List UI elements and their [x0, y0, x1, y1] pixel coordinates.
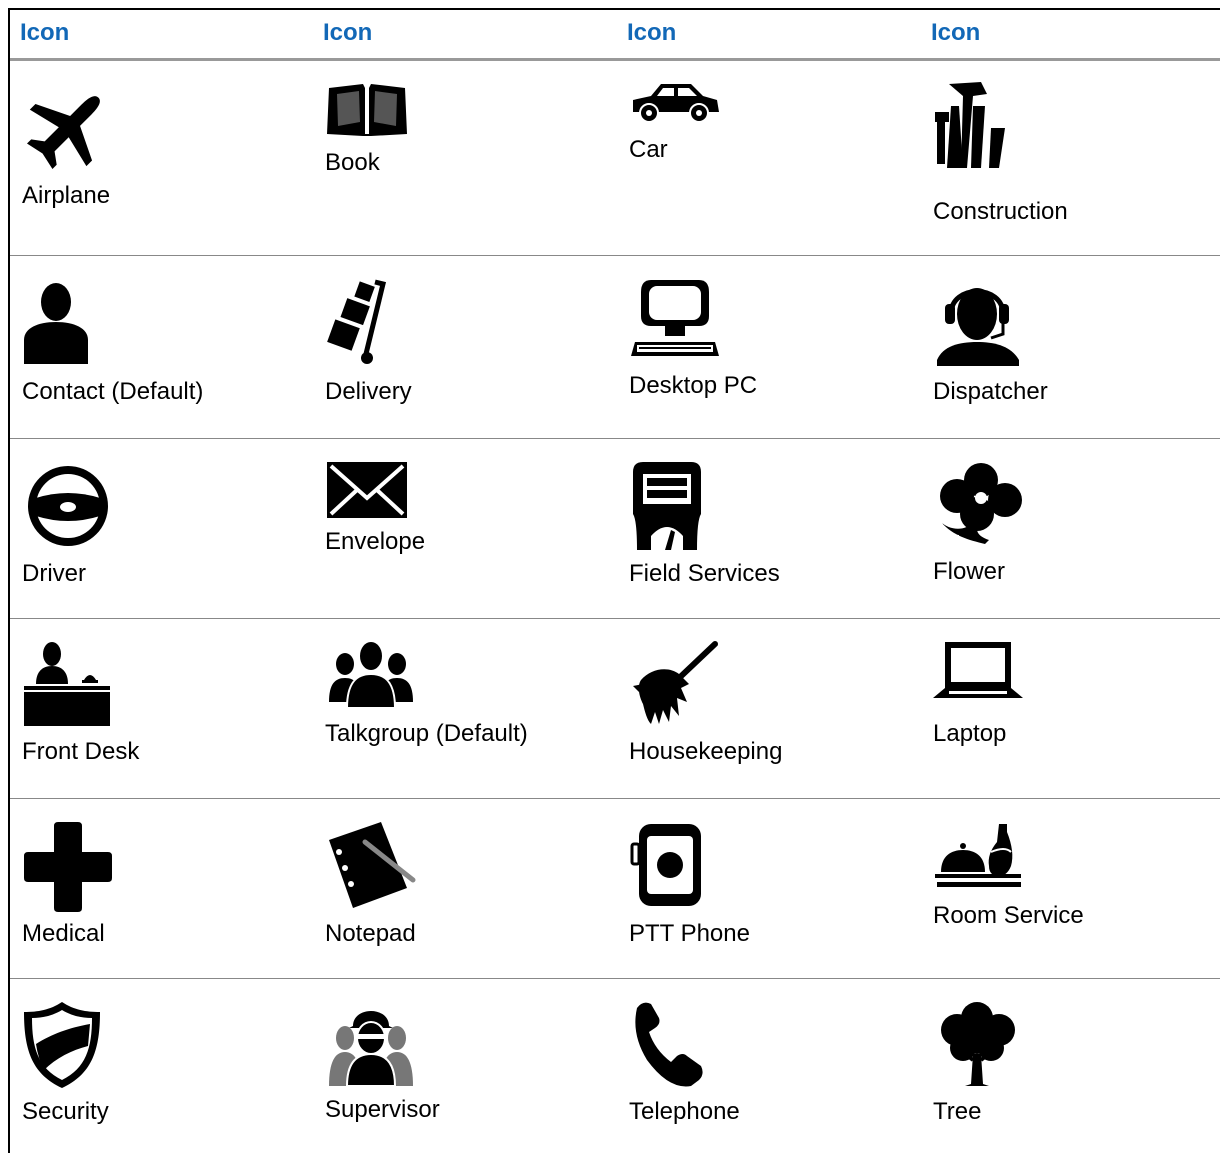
- book-icon: [327, 84, 407, 136]
- cell-label: Airplane: [22, 182, 111, 209]
- cell-label: Telephone: [629, 1098, 740, 1125]
- construction-icon: [935, 82, 1005, 168]
- cell-label: Laptop: [933, 720, 1007, 747]
- cell-label: Notepad: [325, 920, 416, 947]
- table-header: Icon Icon Icon Icon: [10, 10, 1220, 61]
- flower-icon: [940, 463, 1022, 544]
- field-services-icon: [633, 462, 701, 550]
- cell-label: Desktop PC: [629, 372, 758, 399]
- medical-icon: [24, 822, 112, 912]
- cell-label: Flower: [933, 558, 1006, 585]
- contact-icon: [24, 283, 88, 364]
- cell-label: Talkgroup (Default): [325, 720, 528, 747]
- row-divider: [10, 978, 1220, 979]
- airplane-icon: [26, 96, 100, 170]
- row-divider: [10, 438, 1220, 439]
- row-divider: [10, 618, 1220, 619]
- cell-label: Book: [325, 149, 380, 176]
- cell-label: Housekeeping: [629, 738, 783, 765]
- header-icon-col-3: Icon: [627, 19, 677, 46]
- row-divider: [10, 255, 1220, 256]
- cell-label: Car: [629, 136, 668, 163]
- telephone-icon: [635, 1002, 703, 1087]
- room-service-icon: [935, 824, 1021, 887]
- front-desk-icon: [24, 642, 110, 726]
- cell-label: Field Services: [629, 560, 780, 587]
- desktop-pc-icon: [631, 280, 719, 356]
- cell-label: Supervisor: [325, 1096, 440, 1123]
- laptop-icon: [933, 642, 1023, 698]
- supervisor-icon: [329, 1011, 413, 1086]
- cell-label: Delivery: [325, 378, 412, 405]
- header-icon-col-4: Icon: [931, 19, 981, 46]
- cell-label: PTT Phone: [629, 920, 750, 947]
- cell-label: Contact (Default): [22, 378, 204, 405]
- cell-label: Construction: [933, 198, 1068, 225]
- header-icon-col-1: Icon: [20, 19, 70, 46]
- icon-table: Icon Icon Icon Icon Airplane Book Car Co…: [8, 8, 1220, 1153]
- tree-icon: [941, 1002, 1015, 1086]
- car-icon: [633, 84, 719, 123]
- housekeeping-icon: [633, 641, 718, 724]
- dispatcher-icon: [937, 288, 1019, 366]
- envelope-icon: [327, 462, 407, 518]
- talkgroup-icon: [329, 640, 413, 709]
- ptt-phone-icon: [630, 824, 701, 906]
- cell-label: Dispatcher: [933, 378, 1048, 405]
- cell-label: Front Desk: [22, 738, 140, 765]
- cell-label: Driver: [22, 560, 86, 587]
- notepad-icon: [329, 822, 416, 908]
- cell-label: Security: [22, 1098, 109, 1125]
- cell-label: Medical: [22, 920, 105, 947]
- driver-icon: [28, 466, 108, 546]
- cell-label: Room Service: [933, 902, 1084, 929]
- row-divider: [10, 798, 1220, 799]
- cell-label: Tree: [933, 1098, 982, 1125]
- security-icon: [24, 1002, 100, 1088]
- header-icon-col-2: Icon: [323, 19, 373, 46]
- delivery-icon: [327, 279, 387, 364]
- cell-label: Envelope: [325, 528, 426, 555]
